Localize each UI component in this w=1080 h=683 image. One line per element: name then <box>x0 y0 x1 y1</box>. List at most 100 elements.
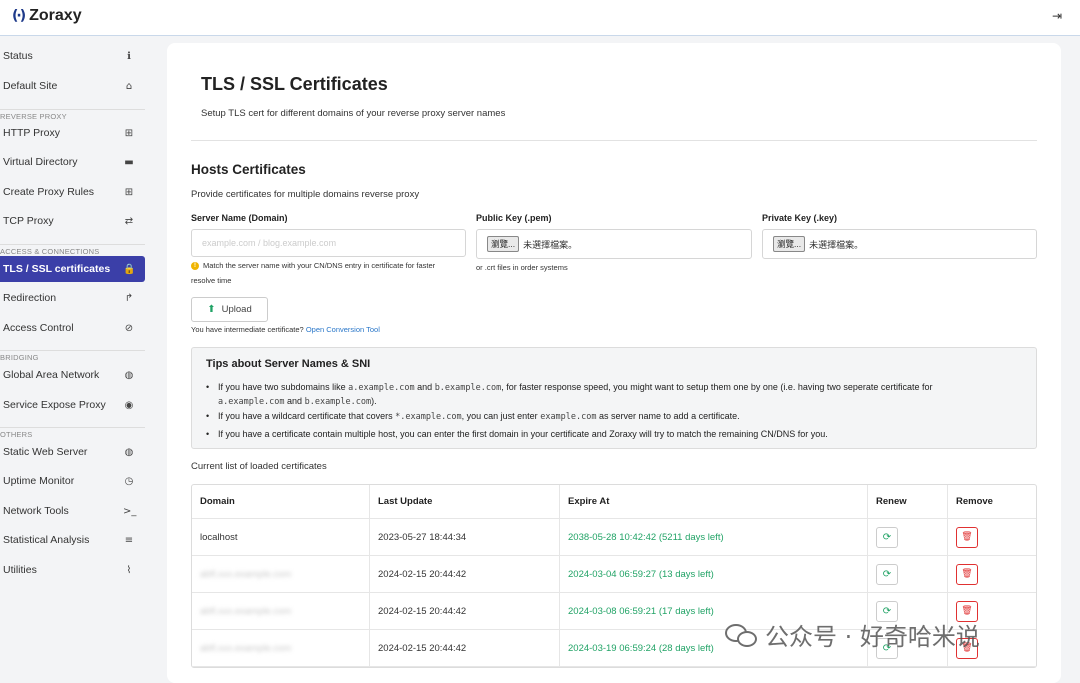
tip-code: *.example.com <box>395 412 462 422</box>
sidebar-item-label: HTTP Proxy <box>3 127 60 139</box>
private-key-file-input[interactable]: 瀏覽... 未選擇檔案。 <box>762 229 1037 259</box>
blurred-domain: abfl.xxx.example.com <box>200 642 292 654</box>
paperclip-icon: ⌇ <box>126 564 132 576</box>
server-name-hint-text: Match the server name with your CN/DNS e… <box>191 261 436 285</box>
tip-item: If you have a certificate contain multip… <box>206 428 998 441</box>
public-key-file-input[interactable]: 瀏覽... 未選擇檔案。 <box>476 229 752 259</box>
sidebar-item-label: TLS / SSL certificates <box>3 263 111 275</box>
public-key-label: Public Key (.pem) <box>476 213 552 223</box>
open-conversion-tool-link[interactable]: Open Conversion Tool <box>306 325 380 334</box>
hosts-certificates-heading: Hosts Certificates <box>191 162 306 177</box>
header-expire-at: Expire At <box>559 485 867 518</box>
private-key-browse-button[interactable]: 瀏覽... <box>773 236 806 252</box>
section-access-connections: ACCESS & CONNECTIONS <box>0 244 145 256</box>
sidebar-item-label: Utilities <box>3 564 37 576</box>
sidebar-item-redirection[interactable]: Redirection ↱ <box>0 285 145 311</box>
tip-code: a.example.com <box>348 383 415 393</box>
server-name-input[interactable]: example.com / blog.example.com <box>191 229 466 257</box>
sidebar-item-label: Create Proxy Rules <box>3 186 95 198</box>
logout-icon[interactable]: ⇥ <box>1052 9 1062 23</box>
sidebar-item-uptime-monitor[interactable]: Uptime Monitor ◷ <box>0 468 145 494</box>
sidebar: Status ℹ Default Site ⌂ REVERSE PROXY HTTP… <box>0 36 150 680</box>
folder-icon: ▬ <box>124 156 134 168</box>
tip-item: If you have two subdomains like a.exampl… <box>206 381 998 409</box>
zoraxy-logo-icon: (·) <box>12 8 26 24</box>
cell-remove: 🗑 <box>947 556 1036 592</box>
sidebar-item-label: Statistical Analysis <box>3 534 90 546</box>
watermark: 公众号 · 好奇哈米说 <box>725 617 980 652</box>
top-bar: (·) Zoraxy ⇥ <box>0 0 1080 36</box>
cell-domain: abfl.xxx.example.com <box>192 556 369 592</box>
section-bridging: BRIDGING <box>0 350 145 362</box>
remove-button[interactable]: 🗑 <box>956 526 978 548</box>
sidebar-item-label: Global Area Network <box>3 369 100 381</box>
sidebar-item-service-expose-proxy[interactable]: Service Expose Proxy ◉ <box>0 392 145 418</box>
brand[interactable]: (·) Zoraxy <box>12 7 82 25</box>
sidebar-item-virtual-directory[interactable]: Virtual Directory ▬ <box>0 149 145 175</box>
header-remove: Remove <box>947 485 1036 518</box>
database-icon: ≡ <box>124 534 134 546</box>
sidebar-item-label: Network Tools <box>3 505 69 517</box>
sidebar-item-access-control[interactable]: Access Control ⊘ <box>0 315 145 341</box>
warning-icon: ! <box>191 262 199 271</box>
sidebar-item-tls-ssl[interactable]: TLS / SSL certificates 🔒 <box>0 256 145 282</box>
watermark-text: 公众号 · 好奇哈米说 <box>765 623 980 651</box>
sidebar-item-label: Default Site <box>3 80 58 92</box>
intermediate-cert-text: You have intermediate certificate? Open … <box>191 325 380 334</box>
cell-last-update: 2024-02-15 20:44:42 <box>369 556 559 592</box>
sidebar-item-default-site[interactable]: Default Site ⌂ <box>0 73 145 99</box>
server-name-hint: ! Match the server name with your CN/DNS … <box>191 258 461 288</box>
globe-icon: ◍ <box>124 446 134 458</box>
info-icon: ℹ <box>127 50 131 62</box>
sidebar-item-tcp-proxy[interactable]: TCP Proxy ⇄ <box>0 208 145 234</box>
upload-button[interactable]: ⬆ Upload <box>191 297 268 322</box>
sidebar-item-static-web-server[interactable]: Static Web Server ◍ <box>0 439 145 465</box>
blurred-domain: abfl.xxx.example.com <box>200 605 292 617</box>
tip-text: , you can just enter <box>461 411 538 421</box>
public-key-hint: or .crt files in order systems <box>476 263 568 272</box>
table-row: abfl.xxx.example.com 2024-02-15 20:44:42… <box>192 556 1036 593</box>
wechat-icon <box>725 622 759 648</box>
blurred-domain: abfl.xxx.example.com <box>200 568 292 580</box>
tip-text: If you have two subdomains like <box>218 382 346 392</box>
table-row: localhost 2023-05-27 18:44:34 2038-05-28… <box>192 519 1036 556</box>
cell-expire-at: 2038-05-28 10:42:42 (5211 days left) <box>559 519 867 555</box>
tip-code: a.example.com <box>218 397 285 407</box>
sidebar-item-label: Static Web Server <box>3 446 88 458</box>
renew-button[interactable]: ⟳ <box>876 563 898 585</box>
sidebar-item-label: Access Control <box>3 322 74 334</box>
server-name-label: Server Name (Domain) <box>191 213 288 223</box>
renew-button[interactable]: ⟳ <box>876 526 898 548</box>
sidebar-item-create-proxy-rules[interactable]: Create Proxy Rules ⊞ <box>0 179 145 205</box>
sidebar-item-label: Virtual Directory <box>3 156 78 168</box>
clock-icon: ◷ <box>124 475 134 487</box>
globe-icon: ◍ <box>124 369 134 381</box>
public-key-browse-button[interactable]: 瀏覽... <box>487 236 520 252</box>
tip-text: as server name to add a certificate. <box>599 411 740 421</box>
plus-square-icon: ⊞ <box>124 186 134 198</box>
private-key-file-status: 未選擇檔案。 <box>809 239 864 250</box>
private-key-label: Private Key (.key) <box>762 213 838 223</box>
cell-renew: ⟳ <box>867 519 947 555</box>
sidebar-item-utilities[interactable]: Utilities ⌇ <box>0 557 145 583</box>
intermediate-cert-question: You have intermediate certificate? <box>191 325 304 334</box>
sidebar-item-statistical-analysis[interactable]: Statistical Analysis ≡ <box>0 527 145 553</box>
tip-text: If you have a certificate contain multip… <box>218 429 828 439</box>
tip-code: example.com <box>540 412 597 422</box>
level-up-icon: ↱ <box>124 292 134 304</box>
cell-expire-at: 2024-03-04 06:59:27 (13 days left) <box>559 556 867 592</box>
sidebar-item-status[interactable]: Status ℹ <box>0 43 145 69</box>
sidebar-item-global-area-network[interactable]: Global Area Network ◍ <box>0 362 145 388</box>
tip-text: , for faster response speed, you might w… <box>501 382 933 392</box>
sidebar-item-http-proxy[interactable]: HTTP Proxy ⊞ <box>0 120 145 146</box>
cell-domain: localhost <box>200 531 238 543</box>
tips-title: Tips about Server Names & SNI <box>206 358 371 370</box>
sidebar-item-network-tools[interactable]: Network Tools >_ <box>0 498 145 524</box>
podcast-icon: ◉ <box>124 399 134 411</box>
page-title: TLS / SSL Certificates <box>201 74 388 94</box>
header-domain: Domain <box>200 496 235 507</box>
tip-text: and <box>417 382 433 392</box>
remove-button[interactable]: 🗑 <box>956 563 978 585</box>
hosts-certificates-desc: Provide certificates for multiple domain… <box>191 189 420 200</box>
main-card: TLS / SSL Certificates Setup TLS cert fo… <box>167 43 1061 683</box>
